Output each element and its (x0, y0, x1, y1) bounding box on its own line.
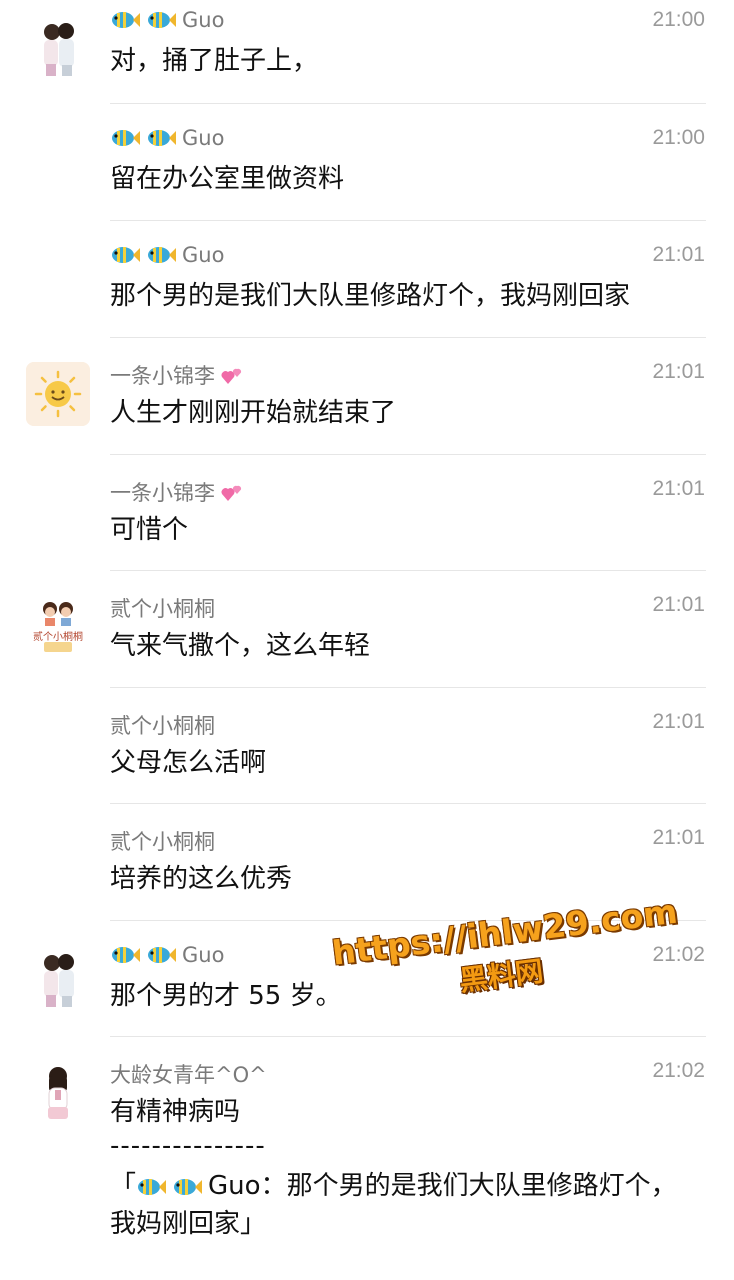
sender-name: 一条小锦李 (110, 360, 245, 390)
sender-name-label: Guo (182, 8, 225, 32)
message-time: 21:00 (652, 126, 705, 149)
message-item[interactable]: Guo 21:01 那个男的是我们大队里修路灯个，我妈刚回家 (0, 221, 734, 338)
message-item[interactable]: 一条小锦李 21:01 人生才刚刚开始就结束了 (0, 338, 734, 455)
message-time: 21:00 (652, 8, 705, 31)
avatar-couple[interactable] (26, 945, 90, 1009)
message-time: 21:02 (652, 1059, 705, 1082)
message-text[interactable]: 有精神病吗 --------------- 「Guo：那个男的是我们大队里修路灯… (110, 1093, 690, 1243)
message-item[interactable]: 大龄女青年^O^ 21:02 有精神病吗 --------------- 「 Gu… (0, 1037, 734, 1280)
quote-open-bracket: 「 (110, 1171, 137, 1201)
sender-name: Guo (110, 943, 224, 967)
avatar-girl[interactable] (26, 1061, 90, 1125)
tropical-fish-icon (148, 130, 176, 146)
avatar-tongtong[interactable]: 贰个小桐桐 (26, 595, 90, 659)
sender-name: 贰个小桐桐 (110, 597, 215, 621)
message-text[interactable]: 父母怎么活啊 (110, 744, 690, 782)
quote-divider: --------------- (110, 1131, 266, 1161)
message-time: 21:01 (652, 243, 705, 266)
sender-name-label: Guo (182, 126, 225, 150)
tropical-fish-icon (148, 947, 176, 963)
message-text[interactable]: 留在办公室里做资料 (110, 160, 690, 198)
message-item[interactable]: Guo 21:00 留在办公室里做资料 (0, 104, 734, 221)
sender-name: 大龄女青年^O^ (110, 1063, 267, 1087)
tropical-fish-icon (174, 1179, 203, 1195)
sender-name: 贰个小桐桐 (110, 830, 215, 854)
message-body: 有精神病吗 (110, 1097, 241, 1127)
sender-name: Guo (110, 8, 224, 32)
message-text[interactable]: 可惜个 (110, 511, 690, 549)
tropical-fish-icon (138, 1179, 167, 1195)
sender-name: Guo (110, 243, 224, 267)
message-time: 21:01 (652, 710, 705, 733)
message-item[interactable]: 一条小锦李 21:01 可惜个 (0, 455, 734, 571)
tropical-fish-icon (112, 947, 140, 963)
message-time: 21:01 (652, 477, 705, 500)
sun-face-icon (26, 362, 90, 426)
chat-history-list[interactable]: Guo 21:00 对，捅了肚子上， Guo 21:00 留在办公室里做资料 G… (0, 0, 734, 1280)
message-text[interactable]: 人生才刚刚开始就结束了 (110, 394, 690, 432)
sender-name-label: 一条小锦李 (110, 481, 215, 505)
sender-name: Guo (110, 126, 224, 150)
message-text[interactable]: 那个男的是我们大队里修路灯个，我妈刚回家 (110, 277, 690, 315)
tropical-fish-icon (148, 247, 176, 263)
tropical-fish-icon (112, 12, 140, 28)
avatar-label: 贰个小桐桐 (33, 632, 83, 643)
avatar-sun[interactable] (26, 362, 90, 426)
tropical-fish-icon (112, 130, 140, 146)
message-text[interactable]: 培养的这么优秀 (110, 860, 690, 898)
sender-name-label: Guo (182, 943, 225, 967)
quoted-message[interactable]: 「Guo：那个男的是我们大队里修路灯个，我妈刚回家」 (110, 1167, 690, 1243)
message-time: 21:01 (652, 360, 705, 383)
avatar-couple[interactable] (26, 14, 90, 78)
message-time: 21:01 (652, 826, 705, 849)
tropical-fish-icon (148, 12, 176, 28)
quote-author: Guo： (208, 1171, 287, 1201)
two-hearts-icon (221, 368, 242, 384)
sender-name-label: Guo (182, 243, 225, 267)
message-item[interactable]: Guo 21:00 对，捅了肚子上， (0, 0, 734, 104)
tropical-fish-icon (112, 247, 140, 263)
two-hearts-icon (221, 485, 242, 501)
message-text[interactable]: 对，捅了肚子上， (110, 42, 690, 80)
sender-name: 一条小锦李 (110, 477, 245, 507)
sender-name: 贰个小桐桐 (110, 714, 215, 738)
message-item[interactable]: 贰个小桐桐 贰个小桐桐 21:01 气来气撒个，这么年轻 (0, 571, 734, 688)
message-item[interactable]: 贰个小桐桐 21:01 父母怎么活啊 (0, 688, 734, 804)
message-time: 21:01 (652, 593, 705, 616)
sender-name-label: 一条小锦李 (110, 364, 215, 388)
message-text[interactable]: 气来气撒个，这么年轻 (110, 627, 690, 665)
